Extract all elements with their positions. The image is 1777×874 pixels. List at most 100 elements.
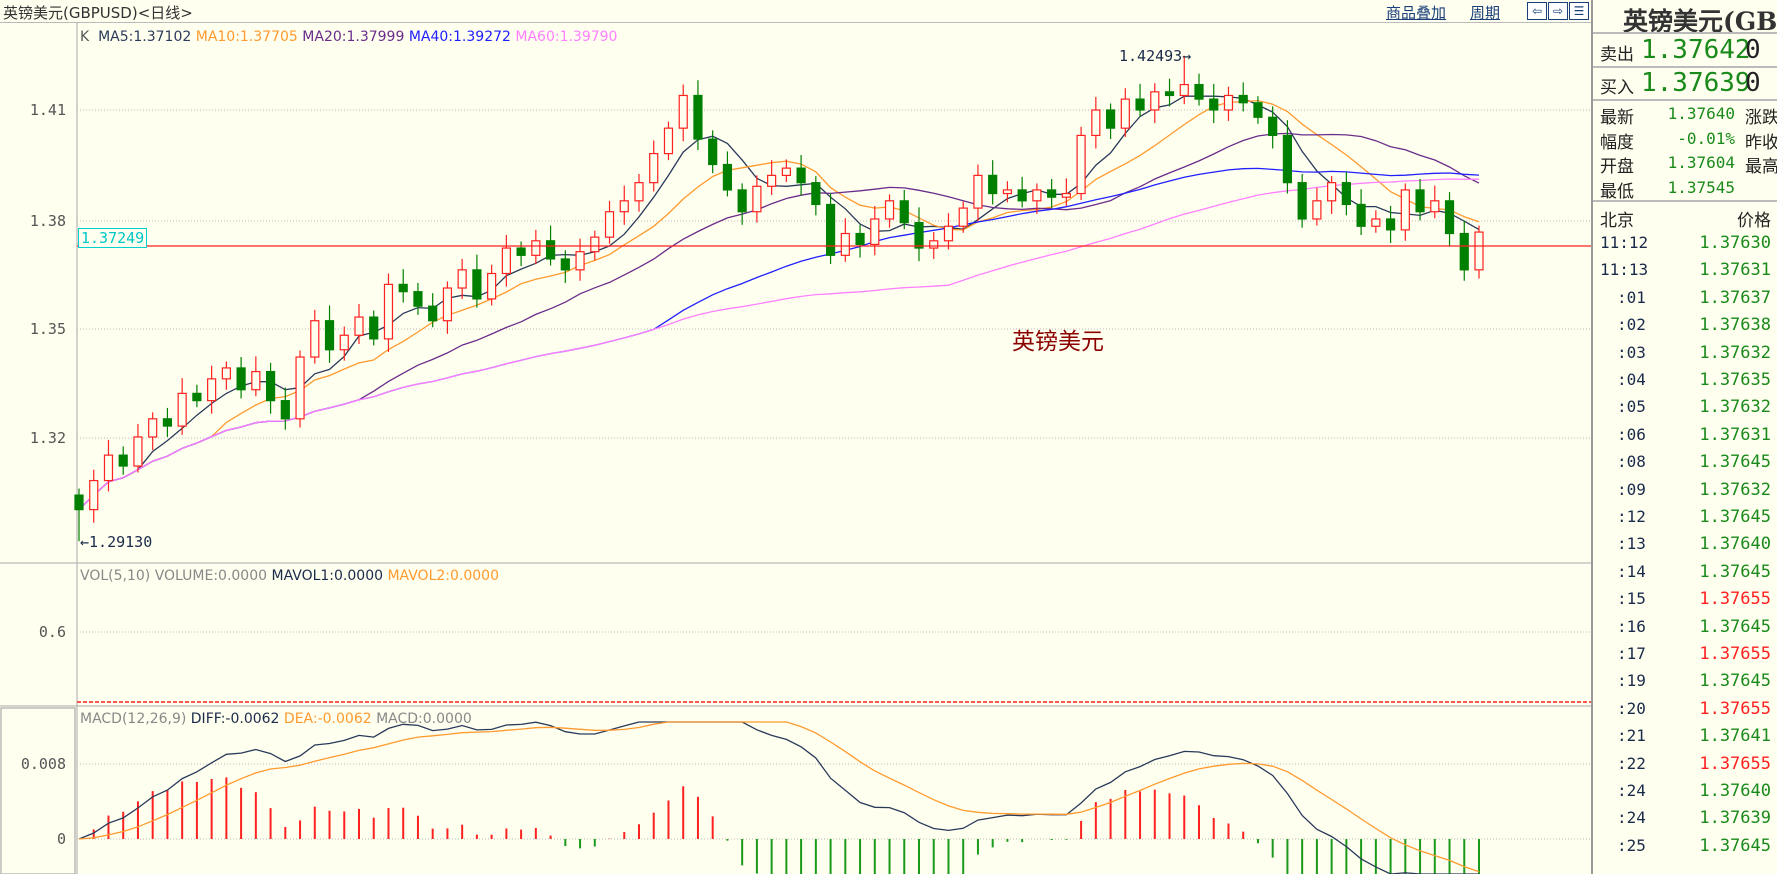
tick-price: 1.37632 bbox=[1699, 479, 1771, 500]
tick-row: :06 1.37631 bbox=[1593, 425, 1777, 451]
tick-time: :02 bbox=[1617, 315, 1646, 335]
candle-body bbox=[339, 334, 349, 351]
candle-body bbox=[781, 167, 791, 176]
tick-price: 1.37655 bbox=[1699, 753, 1771, 774]
candle bbox=[1164, 78, 1175, 107]
candle bbox=[693, 80, 703, 150]
stat-row: 幅度 -0.01% 昨收 bbox=[1593, 128, 1777, 153]
candle-body bbox=[855, 232, 865, 246]
tick-row: :16 1.37645 bbox=[1593, 617, 1777, 643]
candle bbox=[1400, 183, 1410, 241]
ma40-line bbox=[78, 167, 1480, 511]
candle bbox=[1268, 106, 1278, 149]
macd-tick: 0 bbox=[56, 830, 66, 848]
candle-body bbox=[722, 163, 733, 191]
mavol2-value: MAVOL2:0.0000 bbox=[387, 568, 499, 584]
candle-body bbox=[649, 152, 659, 184]
candle-body bbox=[531, 240, 541, 256]
candle bbox=[575, 238, 585, 281]
tick-price: 1.37645 bbox=[1699, 507, 1771, 527]
tick-price: 1.37645 bbox=[1699, 671, 1771, 692]
tick-time: :17 bbox=[1617, 644, 1646, 663]
candle-body bbox=[914, 222, 924, 249]
candle-body bbox=[148, 418, 158, 438]
candle-body bbox=[1105, 109, 1116, 129]
ma60-value: MA60:1.39790 bbox=[515, 29, 618, 45]
candle bbox=[398, 269, 408, 303]
candle-body bbox=[1135, 98, 1145, 111]
watermark: 英镑美元 bbox=[1012, 329, 1104, 355]
candle bbox=[649, 140, 659, 192]
candle bbox=[619, 185, 629, 225]
buy-label: 买入 bbox=[1600, 78, 1634, 98]
candle bbox=[339, 326, 349, 361]
candle bbox=[1474, 225, 1484, 279]
ma10-line bbox=[78, 99, 1480, 511]
candle-body bbox=[516, 247, 526, 256]
candle-body bbox=[1430, 200, 1440, 213]
candle bbox=[472, 254, 482, 308]
candle-body bbox=[1385, 218, 1396, 231]
tick-row: :05 1.37632 bbox=[1593, 397, 1777, 423]
candle bbox=[1312, 187, 1322, 226]
sell-volume: 0 bbox=[1745, 35, 1761, 65]
candle-body bbox=[1061, 192, 1071, 198]
y-tick: 1.32 bbox=[29, 429, 66, 447]
candle-body bbox=[545, 240, 556, 260]
candle-body bbox=[457, 269, 467, 289]
stat-label: 最新 bbox=[1600, 108, 1634, 128]
diff-value: DIFF:-0.0062 bbox=[190, 711, 280, 727]
candle bbox=[604, 200, 615, 244]
candle bbox=[1430, 185, 1440, 219]
candle bbox=[1341, 171, 1351, 216]
tick-time: :13 bbox=[1617, 534, 1646, 554]
y-tick: 1.38 bbox=[29, 212, 66, 230]
candle bbox=[1209, 83, 1219, 124]
candle bbox=[781, 159, 791, 182]
candle bbox=[383, 273, 394, 352]
candle bbox=[236, 357, 246, 399]
candle-body bbox=[737, 189, 747, 213]
candle-body bbox=[1179, 83, 1189, 97]
macd-label: MACD(12,26,9) bbox=[80, 711, 187, 727]
candle bbox=[442, 281, 453, 334]
candle bbox=[516, 241, 526, 267]
tick-row: :09 1.37632 bbox=[1593, 480, 1777, 506]
tick-row: :21 1.37641 bbox=[1593, 726, 1777, 752]
tick-row: :15 1.37655 bbox=[1593, 589, 1777, 615]
vol-tick: 0.6 bbox=[38, 623, 66, 641]
price-chart[interactable] bbox=[0, 0, 1591, 874]
candle-body bbox=[1223, 94, 1234, 111]
stat-label: 幅度 bbox=[1600, 132, 1634, 153]
candle-body bbox=[840, 232, 850, 256]
candle-body bbox=[265, 370, 276, 402]
candle-body bbox=[767, 174, 777, 187]
tick-time: :24 bbox=[1617, 781, 1646, 800]
candle bbox=[89, 469, 99, 523]
tick-row: :08 1.37645 bbox=[1593, 452, 1777, 478]
candle-body bbox=[825, 203, 836, 256]
stat-label-2: 最高 bbox=[1745, 157, 1777, 177]
candle bbox=[162, 407, 173, 437]
candle bbox=[1150, 83, 1160, 124]
candle bbox=[1297, 173, 1307, 228]
tick-price: 1.37632 bbox=[1699, 397, 1771, 418]
ma-legend: K MA5:1.37102 MA10:1.37705 MA20:1.37999 … bbox=[80, 29, 617, 45]
tick-time: :14 bbox=[1617, 561, 1646, 581]
candle-body bbox=[295, 356, 305, 420]
tick-row: :20 1.37655 bbox=[1593, 699, 1777, 725]
candle bbox=[295, 350, 305, 428]
candle bbox=[825, 193, 836, 265]
ma5-line bbox=[78, 95, 1480, 511]
candle bbox=[118, 446, 128, 475]
candle-body bbox=[162, 418, 173, 427]
candle-body bbox=[590, 236, 600, 253]
tick-price: 1.37631 bbox=[1699, 260, 1771, 281]
candle bbox=[855, 224, 865, 258]
candle-body bbox=[1282, 134, 1293, 184]
candle bbox=[1371, 210, 1381, 233]
candle-body bbox=[1194, 83, 1204, 100]
ma40-value: MA40:1.39272 bbox=[408, 29, 511, 45]
candle-body bbox=[207, 378, 217, 402]
tick-time: :09 bbox=[1617, 479, 1646, 499]
